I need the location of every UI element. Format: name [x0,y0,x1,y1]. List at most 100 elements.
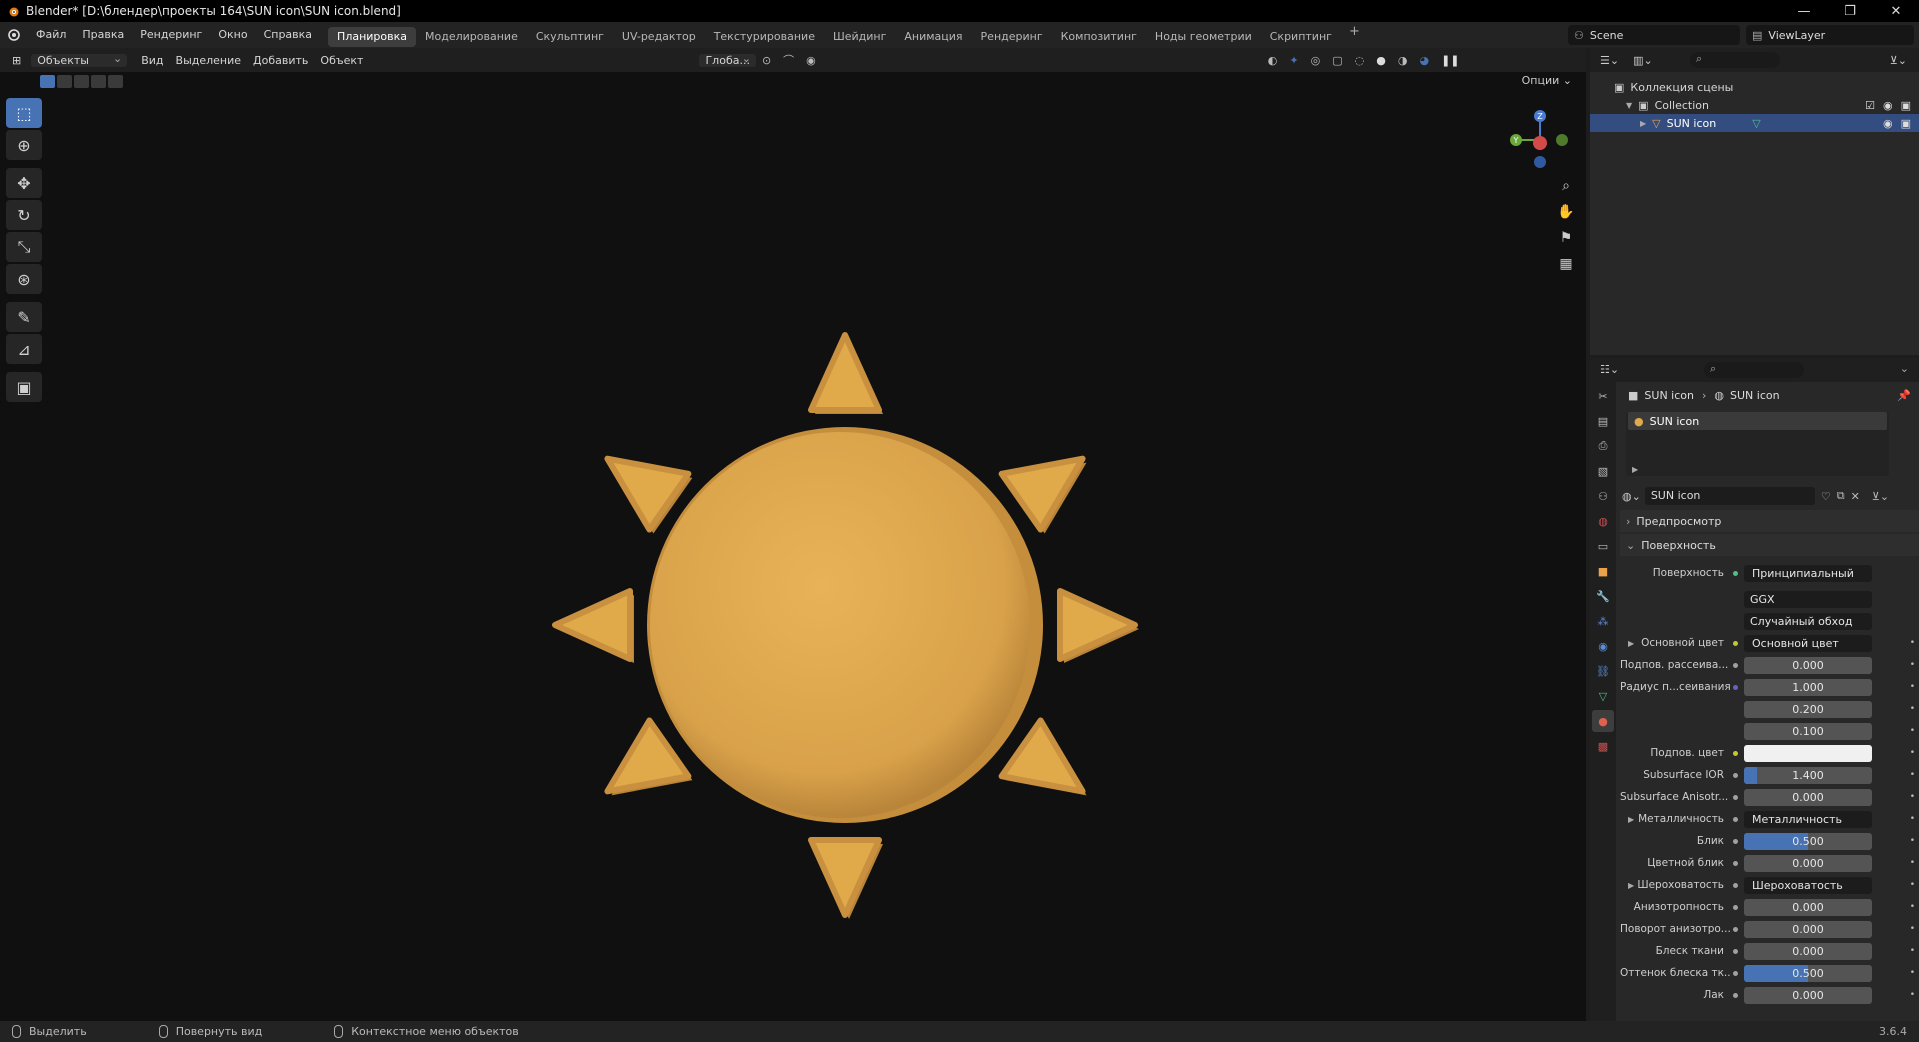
zoom-icon[interactable]: ⌕ [1554,174,1578,198]
transform-tool-icon[interactable]: ⊛ [6,264,42,294]
proportional-edit-icon[interactable]: ◉ [800,54,822,67]
socket-icon[interactable] [1730,858,1740,868]
scene-selector[interactable]: ⚇ Scene [1568,25,1740,45]
outliner-collection-row[interactable]: ▼ ▣ Collection ☑ ◉ ▣ [1590,96,1919,114]
collapse-arrow-icon[interactable]: ▼ [1626,101,1632,110]
number-field[interactable]: 0.000 [1744,986,1872,1004]
filter-icon[interactable]: ⊻⌄ [1890,54,1907,67]
select-intersect-icon[interactable] [108,75,123,88]
render-camera-icon[interactable]: ▣ [1901,99,1911,112]
camera-view-icon[interactable]: ⚑ [1554,226,1578,250]
tab-modeling[interactable]: Моделирование [416,27,527,47]
keyframe-dot-icon[interactable]: • [1910,880,1915,890]
number-field[interactable]: 0.000 [1744,898,1872,916]
select-invert-icon[interactable] [91,75,106,88]
pause-render-icon[interactable]: ❚❚ [1435,54,1465,67]
snap-icon[interactable]: ⌒ [777,52,800,68]
socket-icon[interactable] [1730,792,1740,802]
socket-icon[interactable] [1730,946,1740,956]
number-field[interactable]: 1.400 [1744,766,1872,784]
scene-tab-icon[interactable]: ⚇ [1592,485,1614,507]
menu-select[interactable]: Выделение [170,54,248,67]
properties-search-input[interactable]: ⌕ [1704,362,1804,378]
tab-sculpting[interactable]: Скульптинг [527,27,613,47]
keyframe-dot-icon[interactable]: • [1910,748,1915,758]
linked-input-field[interactable]: Основной цвет [1744,634,1872,652]
object-visibility-eye-icon[interactable]: ◉ [1883,117,1893,130]
pivot-icon[interactable]: ⊙ [756,54,777,67]
world-tab-icon[interactable]: ◍ [1592,510,1614,532]
display-mode-icon[interactable]: ▥⌄ [1633,54,1653,67]
menu-object[interactable]: Объект [314,54,369,67]
visibility-eye-icon[interactable]: ◉ [1883,99,1893,112]
keyframe-dot-icon[interactable]: • [1910,836,1915,846]
number-field[interactable]: 0.500 [1744,832,1872,850]
annotate-tool-icon[interactable]: ✎ [6,302,42,332]
options-dropdown[interactable]: Опции ⌄ [1522,74,1572,87]
perspective-grid-icon[interactable]: ▦ [1554,252,1578,276]
rotate-tool-icon[interactable]: ↻ [6,200,42,230]
socket-icon[interactable] [1730,682,1740,692]
keyframe-dot-icon[interactable]: • [1910,704,1915,714]
keyframe-dot-icon[interactable]: • [1910,858,1915,868]
object-render-camera-icon[interactable]: ▣ [1901,117,1911,130]
number-field[interactable]: 0.200 [1744,700,1872,718]
select-extend-icon[interactable] [57,75,72,88]
slot-list-expand-icon[interactable]: ▶ [1632,465,1638,474]
solid-shading-icon[interactable]: ● [1370,54,1392,67]
socket-icon[interactable] [1730,902,1740,912]
xray-toggle-icon[interactable]: ▢ [1326,54,1348,67]
mode-dropdown[interactable]: Объекты [31,52,128,67]
tab-animation[interactable]: Анимация [895,27,971,47]
tab-geometry-nodes[interactable]: Ноды геометрии [1146,27,1261,47]
number-field[interactable]: 0.500 [1744,964,1872,982]
material-slot-list[interactable]: ● SUN icon ▶ [1626,412,1889,476]
pin-icon[interactable]: 📌 [1897,389,1911,402]
wireframe-shading-icon[interactable]: ◌ [1349,54,1371,67]
menu-file[interactable]: Файл [28,22,74,48]
properties-editor-type-icon[interactable]: ☷⌄ [1600,363,1619,376]
maximize-button[interactable]: ❐ [1827,0,1873,22]
keyframe-dot-icon[interactable]: • [1910,792,1915,802]
tab-layout[interactable]: Планировка [328,26,417,47]
properties-options-icon[interactable]: ⌄ [1900,362,1909,375]
3d-viewport[interactable]: ⊞ Объекты Вид Выделение Добавить Объект … [0,48,1586,1021]
constraints-tab-icon[interactable]: ⛓ [1592,660,1614,682]
tab-uv-editing[interactable]: UV-редактор [613,27,705,47]
move-tool-icon[interactable]: ✥ [6,168,42,198]
keyframe-dot-icon[interactable]: • [1910,682,1915,692]
keyframe-dot-icon[interactable]: • [1910,990,1915,1000]
surface-panel-header[interactable]: ⌄ Поверхность [1620,534,1919,556]
distribution-dropdown[interactable]: GGX [1744,590,1872,608]
select-new-icon[interactable] [40,75,55,88]
close-button[interactable]: ✕ [1873,0,1919,22]
collection-tab-icon[interactable]: ▭ [1592,535,1614,557]
render-tab-icon[interactable]: ▤ [1592,410,1614,432]
socket-icon[interactable] [1730,748,1740,758]
outliner-object-row[interactable]: ▶ ▽ SUN icon ▽ ◉ ▣ [1590,114,1919,132]
keyframe-dot-icon[interactable]: • [1910,726,1915,736]
expand-arrow-icon[interactable]: ▶ [1628,639,1634,648]
keyframe-dot-icon[interactable]: • [1910,770,1915,780]
number-field[interactable]: 0.000 [1744,656,1872,674]
menu-edit[interactable]: Правка [74,22,132,48]
keyframe-dot-icon[interactable]: • [1910,924,1915,934]
fake-user-icon[interactable]: ♡ [1821,490,1831,503]
socket-icon[interactable] [1730,880,1740,890]
select-subtract-icon[interactable] [74,75,89,88]
surface-shader-field[interactable]: Принципиальный BSDF [1744,564,1872,582]
subsurface-method-dropdown[interactable]: Случайный обход [1744,612,1872,630]
material-slot-item[interactable]: ● SUN icon [1628,412,1887,430]
tab-shading[interactable]: Шейдинг [824,27,895,47]
outliner-search-input[interactable]: ⌕ [1690,52,1780,68]
expand-arrow-icon[interactable]: ▶ [1640,119,1646,128]
scale-tool-icon[interactable]: ⤡ [6,232,42,262]
exclude-checkbox-icon[interactable]: ☑ [1865,99,1875,112]
tool-tab-icon[interactable]: ✂ [1592,385,1614,407]
menu-window[interactable]: Окно [210,22,255,48]
object-tab-icon[interactable]: ■ [1592,560,1614,582]
unlink-material-icon[interactable]: ✕ [1851,490,1860,503]
expand-arrow-icon[interactable]: ▶ [1628,881,1634,890]
socket-icon[interactable] [1730,836,1740,846]
sun-object[interactable] [480,228,1220,968]
